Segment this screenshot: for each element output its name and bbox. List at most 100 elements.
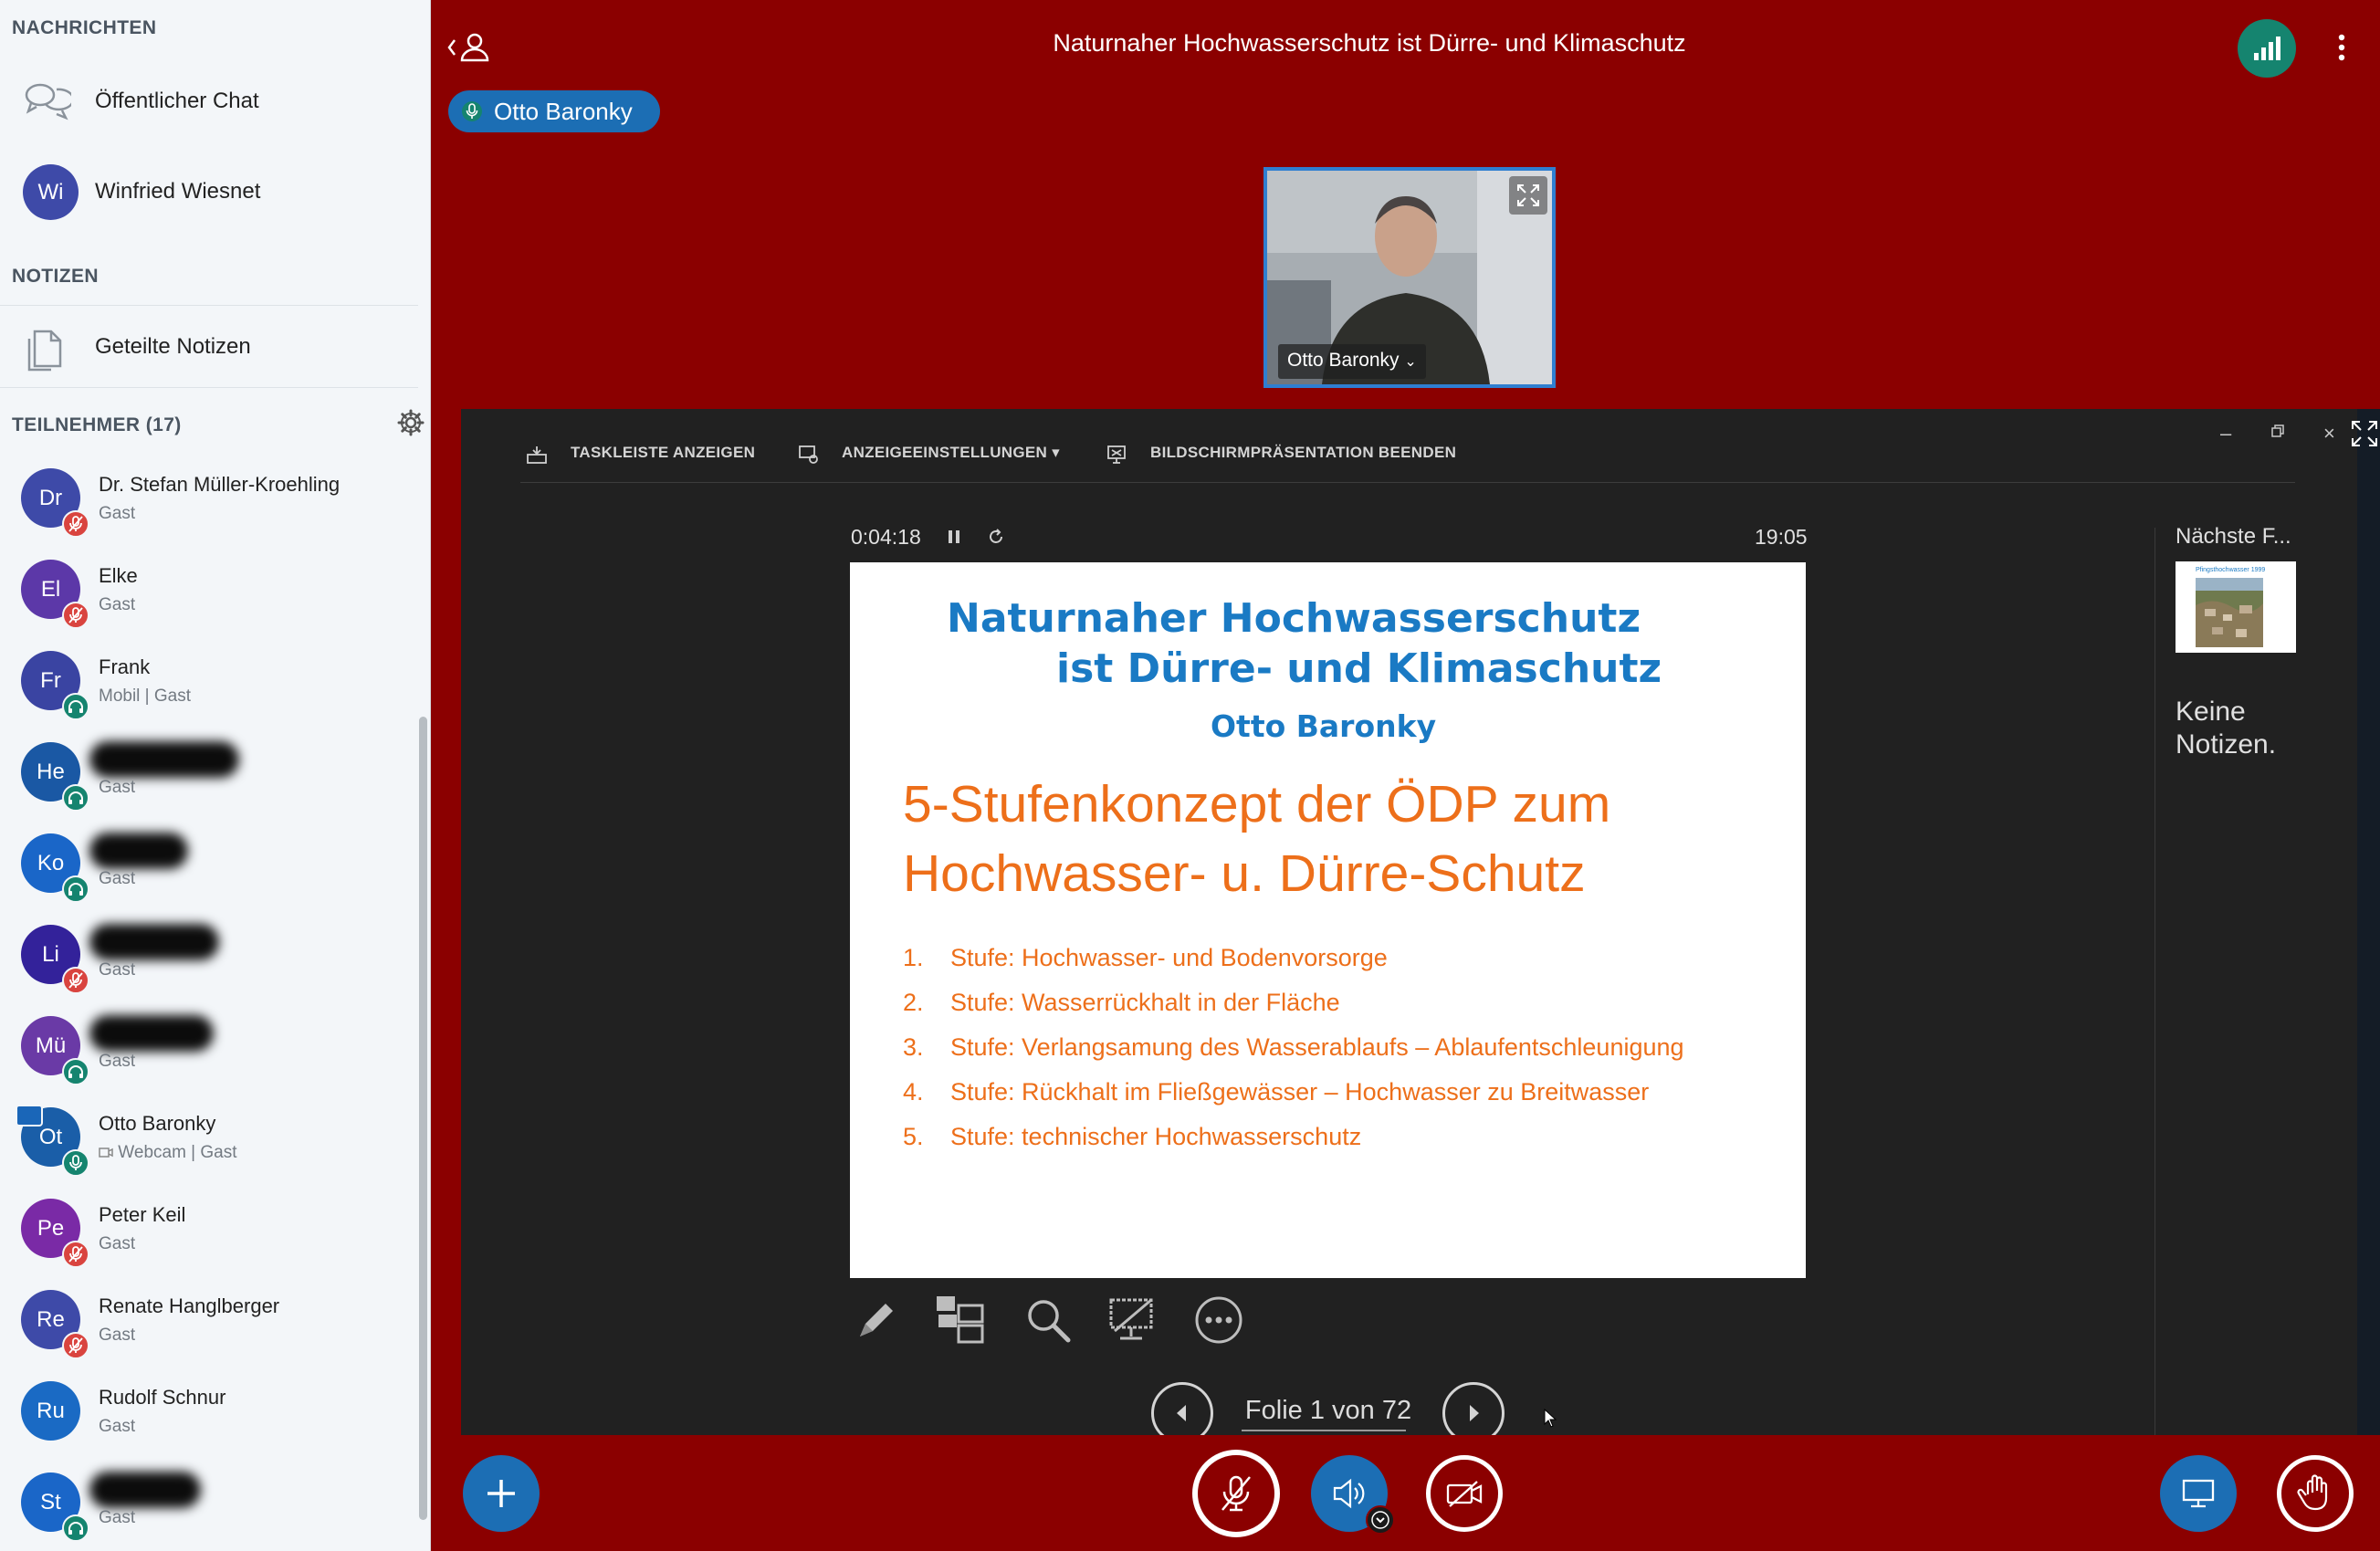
presentation-timer: 0:04:18 <box>851 525 921 549</box>
private-chat-item[interactable]: Wi Winfried Wiesnet <box>0 150 418 234</box>
flood-photo-image <box>2196 578 2263 647</box>
muted-mic-icon <box>62 602 89 629</box>
reset-timer-icon[interactable] <box>986 526 1006 548</box>
next-slide-label: Nächste F... <box>2176 524 2291 549</box>
list-number: 5. <box>903 1123 924 1150</box>
headphones-icon <box>62 693 89 720</box>
screenshare-edge <box>2357 409 2380 1435</box>
participants-section-title: TEILNEHMER (17) <box>12 414 182 435</box>
toggle-video-button[interactable] <box>1426 1455 1503 1532</box>
talking-indicator[interactable]: Otto Baronky <box>448 90 660 132</box>
slide-sorter-icon[interactable] <box>935 1294 986 1346</box>
mouse-cursor-icon <box>1544 1409 1557 1428</box>
video-off-icon <box>1446 1481 1483 1507</box>
list-item: Stufe: Verlangsamung des Wasserablaufs –… <box>950 1033 1684 1061</box>
avatar: Wi <box>23 164 79 220</box>
webcam-user-name: Otto Baronky <box>1287 350 1400 371</box>
black-screen-icon[interactable] <box>1107 1294 1159 1346</box>
redacted-name <box>89 1472 201 1508</box>
participant-name: Otto Baronky <box>99 1112 216 1135</box>
webcam-user-label[interactable]: Otto Baronky ⌄ <box>1278 344 1426 379</box>
connection-status-button[interactable] <box>2238 19 2296 78</box>
public-chat-label: Öffentlicher Chat <box>95 89 259 113</box>
participant-row[interactable]: Re Renate Hanglberger Gast <box>0 1278 416 1369</box>
chevron-right-icon <box>1470 1405 1479 1421</box>
participant-row[interactable]: Fr Frank Mobil | Gast <box>0 639 416 730</box>
participant-row[interactable]: Ko Gast <box>0 822 416 913</box>
webcam-icon <box>99 1148 113 1158</box>
audio-options-button[interactable] <box>1366 1505 1395 1535</box>
pause-icon[interactable] <box>945 526 965 548</box>
document-icon <box>27 330 62 372</box>
participant-name: Frank <box>99 655 151 678</box>
scrollbar-thumb[interactable] <box>419 717 427 1520</box>
participant-role: Gast <box>99 869 136 888</box>
divider <box>0 387 418 388</box>
plus-icon <box>488 1480 515 1507</box>
thumbnail-title: Pfingsthochwasser 1999 <box>2196 567 2266 573</box>
slide-title-line-2: ist Dürre- und Klimaschutz <box>1056 645 1662 692</box>
shared-notes-item[interactable]: Geteilte Notizen <box>0 305 418 389</box>
list-item: Stufe: Wasserrückhalt in der Fläche <box>950 989 1340 1016</box>
private-chat-label: Winfried Wiesnet <box>95 179 261 204</box>
notes-text: Keine Notizen. <box>2176 697 2277 760</box>
slide-heading-line-1: 5-Stufenkonzept der ÖDP zum <box>903 775 1611 833</box>
participant-role: Mobil | Gast <box>99 686 192 706</box>
pen-icon[interactable] <box>851 1294 902 1346</box>
minimize-button[interactable]: – <box>2220 422 2231 445</box>
counter-underline <box>1242 1430 1406 1431</box>
headphones-icon <box>62 784 89 812</box>
presentation-button[interactable] <box>2160 1455 2237 1532</box>
expand-icon <box>1517 184 1539 206</box>
close-button[interactable]: × <box>2323 422 2335 445</box>
participant-row[interactable]: St Gast <box>0 1461 416 1551</box>
current-slide: Naturnaher Hochwasserschutz ist Dürre- u… <box>850 562 1806 1278</box>
chevron-down-icon <box>1371 1511 1389 1529</box>
shared-notes-label: Geteilte Notizen <box>95 334 251 359</box>
zoom-icon[interactable] <box>1022 1294 1074 1346</box>
restore-icon[interactable] <box>2270 424 2285 438</box>
gear-icon[interactable] <box>396 408 425 437</box>
participant-role: Webcam | Gast <box>99 1143 237 1163</box>
participant-row[interactable]: Dr Dr. Stefan Müller-Kroehling Gast <box>0 456 416 548</box>
raise-hand-button[interactable] <box>2277 1455 2354 1532</box>
muted-mic-icon <box>62 510 89 538</box>
show-taskbar-button[interactable]: TASKLEISTE ANZEIGEN <box>571 444 755 462</box>
slide-title-line-1: Naturnaher Hochwasserschutz <box>947 595 1641 642</box>
public-chat-item[interactable]: Öffentlicher Chat <box>0 59 418 143</box>
fullscreen-button[interactable] <box>1509 176 1547 215</box>
webcam-video[interactable]: Otto Baronky ⌄ <box>1263 167 1556 388</box>
end-presentation-icon <box>1107 445 1126 464</box>
next-slide-thumbnail[interactable]: Pfingsthochwasser 1999 <box>2176 561 2296 653</box>
chat-bubble-icon <box>25 83 71 121</box>
actions-plus-button[interactable] <box>463 1455 540 1532</box>
end-presentation-button[interactable]: BILDSCHIRMPRÄSENTATION BEENDEN <box>1150 444 1456 462</box>
toolbar-divider <box>520 482 2295 483</box>
participant-row[interactable]: El Elke Gast <box>0 548 416 639</box>
headphones-icon <box>62 1514 89 1542</box>
more-options-circle-icon[interactable] <box>1193 1294 1244 1346</box>
display-settings-button[interactable]: ANZEIGEEINSTELLUNGEN ▾ <box>842 444 1060 462</box>
signal-bars-icon <box>2254 37 2280 60</box>
mute-microphone-button[interactable] <box>1192 1450 1280 1537</box>
participant-name: Rudolf Schnur <box>99 1386 226 1409</box>
more-options-icon[interactable] <box>2328 29 2355 66</box>
participant-row[interactable]: Ru Rudolf Schnur Gast <box>0 1369 416 1461</box>
list-number: 4. <box>903 1078 924 1106</box>
muted-mic-icon <box>1221 1475 1251 1512</box>
fullscreen-icon[interactable] <box>2351 420 2378 447</box>
toggle-userlist-icon[interactable] <box>446 29 492 66</box>
participant-row[interactable]: Mü Gast <box>0 1004 416 1095</box>
taskbar-icon <box>527 446 547 464</box>
participant-name: Peter Keil <box>99 1203 186 1226</box>
list-number: 3. <box>903 1033 924 1061</box>
clock: 19:05 <box>1755 525 1808 549</box>
participant-row[interactable]: He Gast <box>0 730 416 822</box>
headphones-icon <box>62 1058 89 1085</box>
participant-row[interactable]: Li Gast <box>0 913 416 1004</box>
participant-role: Gast <box>99 504 136 523</box>
redacted-name <box>89 924 219 960</box>
participant-row[interactable]: Ot Otto Baronky Webcam | Gast <box>0 1095 416 1187</box>
slide-author: Otto Baronky <box>1211 708 1437 744</box>
participant-row[interactable]: Pe Peter Keil Gast <box>0 1187 416 1278</box>
